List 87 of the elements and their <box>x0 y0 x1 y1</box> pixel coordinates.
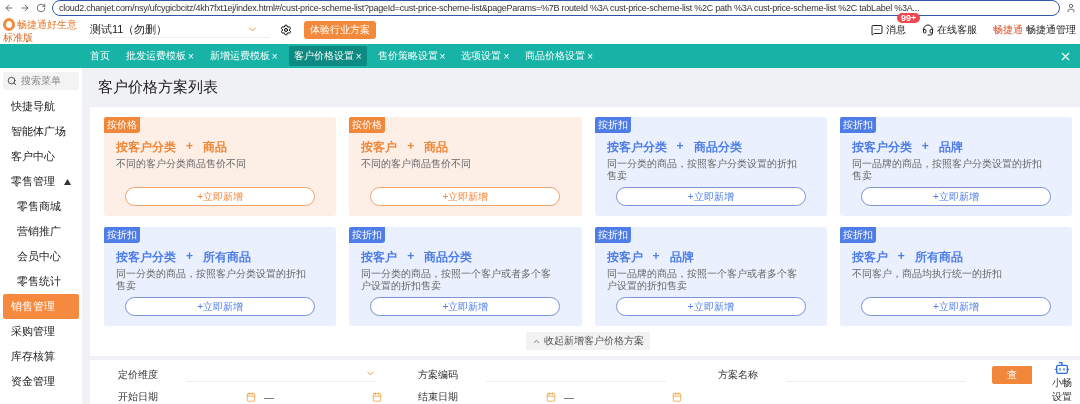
sidebar-item[interactable]: 零售管理 <box>3 169 79 194</box>
card-description: 同一品牌的商品，按照一个客户或者多个客户设置的折扣售卖 <box>605 267 798 292</box>
card-title-right: 所有商品 <box>914 249 963 266</box>
message-icon[interactable] <box>871 24 883 36</box>
filter-label: 结束日期 <box>418 390 459 404</box>
user-logo: 畅捷通 <box>993 23 1023 37</box>
card-title-right: 商品分类 <box>424 249 473 266</box>
account-select[interactable]: 测试11（勿删） <box>90 22 270 38</box>
card-title-right: 品牌 <box>938 139 963 156</box>
filter-label: 方案编码 <box>418 368 459 382</box>
assistant-label[interactable]: 小畅 <box>1052 376 1072 390</box>
sidebar-subitem[interactable]: 营销推广 <box>3 219 79 244</box>
card-description: 同一品牌的商品，按照客户分类设置的折扣售卖 <box>850 157 1043 182</box>
filter-label: 开始日期 <box>118 390 159 404</box>
card-title-right: 商品分类 <box>693 139 742 156</box>
assistant-robot-icon[interactable] <box>1054 360 1070 376</box>
sidebar-subitem[interactable]: 零售商城 <box>3 194 79 219</box>
scheme-tag: 按折扣 <box>104 227 140 243</box>
search-icon <box>7 76 17 86</box>
range-separator: — <box>264 391 274 403</box>
card-title-left: 按客户 <box>851 249 888 266</box>
plus-sign: + <box>407 249 415 265</box>
logo-name: 畅捷通好生意 <box>17 17 77 32</box>
card-title-left: 按客户 <box>606 249 643 266</box>
card-description: 同一分类的商品，按照一个客户或者多个客户设置的折扣售卖 <box>360 267 553 292</box>
settings-link[interactable]: 设置 <box>1052 390 1072 404</box>
plus-sign: + <box>407 139 415 155</box>
card-title-right: 商品 <box>424 139 449 156</box>
sidebar-item[interactable]: 采购管理 <box>3 319 79 344</box>
plus-sign: + <box>186 139 193 155</box>
profile-icon[interactable] <box>1066 3 1076 13</box>
card-title-left: 按客户分类 <box>116 139 176 156</box>
card-title-right: 商品 <box>203 139 227 156</box>
add-new-button[interactable]: +立即新增 <box>615 187 806 206</box>
sidebar-subitem[interactable]: 零售统计 <box>3 269 79 294</box>
card-title-right: 品牌 <box>669 249 694 266</box>
logo-icon <box>3 18 15 31</box>
card-description: 不同的客户商品售价不同 <box>360 157 473 170</box>
user-name[interactable]: 畅捷通管理 <box>1026 23 1076 37</box>
message-count-badge: 99+ <box>897 13 921 23</box>
settings-icon[interactable] <box>280 24 292 36</box>
scheme-tag: 按价格 <box>104 117 140 133</box>
sidebar-item[interactable]: 资金管理 <box>3 369 79 394</box>
card-title-left: 按客户分类 <box>606 139 667 156</box>
range-separator: — <box>564 391 574 403</box>
add-new-button[interactable]: +立即新增 <box>860 297 1051 316</box>
card-description: 不同的客户分类商品售价不同 <box>115 157 247 170</box>
card-title-right: 所有商品 <box>203 249 251 266</box>
card-title-left: 按客户分类 <box>116 249 176 266</box>
card-description: 不同客户，商品均执行统一的折扣 <box>850 267 1003 280</box>
scheme-tag: 按折扣 <box>349 227 386 243</box>
logo-edition: 标准版 <box>3 31 34 43</box>
scheme-tag: 按折扣 <box>594 227 631 243</box>
card-title-left: 按客户 <box>361 249 398 266</box>
sidebar-subitem[interactable]: 会员中心 <box>3 244 79 269</box>
forward-icon[interactable] <box>20 3 30 13</box>
page-tab[interactable]: 客户价格设置 × <box>288 46 367 66</box>
card-description: 同一分类的商品，按照客户分类设置的折扣售卖 <box>605 157 798 182</box>
scheme-tag: 按折扣 <box>839 117 876 133</box>
sidebar-item[interactable]: 客户中心 <box>3 144 79 169</box>
card-title-left: 按客户 <box>361 139 398 156</box>
filter-label: 方案名称 <box>718 368 759 382</box>
scheme-tag: 按价格 <box>349 117 386 133</box>
sidebar-item[interactable]: 库存核算 <box>3 344 79 369</box>
scheme-tag: 按折扣 <box>594 117 631 133</box>
card-title-left: 按客户分类 <box>851 139 912 156</box>
add-new-button[interactable]: +立即新增 <box>615 297 806 316</box>
headset-icon[interactable] <box>922 24 934 36</box>
add-new-button[interactable]: +立即新增 <box>125 297 316 316</box>
online-service-link[interactable]: 在线客服 <box>937 23 977 37</box>
plus-sign: + <box>897 249 905 265</box>
plus-sign: + <box>921 139 929 155</box>
card-description: 同一分类的商品，按照客户分类设置的折扣售卖 <box>115 267 307 292</box>
reload-icon[interactable] <box>36 3 46 13</box>
plus-sign: + <box>652 249 660 265</box>
add-new-button[interactable]: +立即新增 <box>370 297 561 316</box>
sidebar-item[interactable]: 智能体广场 <box>3 119 79 144</box>
sidebar-item[interactable]: 快捷导航 <box>3 94 79 119</box>
plus-sign: + <box>186 249 193 265</box>
filter-label: 定价维度 <box>118 368 159 382</box>
collapse-button[interactable]: 收起新增客户价格方案 <box>526 332 650 350</box>
plus-sign: + <box>676 139 684 155</box>
page-title: 客户价格方案列表 <box>97 77 219 97</box>
messages-link[interactable]: 消息 <box>886 23 906 37</box>
scheme-tag: 按折扣 <box>839 227 876 243</box>
add-new-button[interactable]: +立即新增 <box>860 187 1051 206</box>
back-icon[interactable] <box>4 3 14 13</box>
